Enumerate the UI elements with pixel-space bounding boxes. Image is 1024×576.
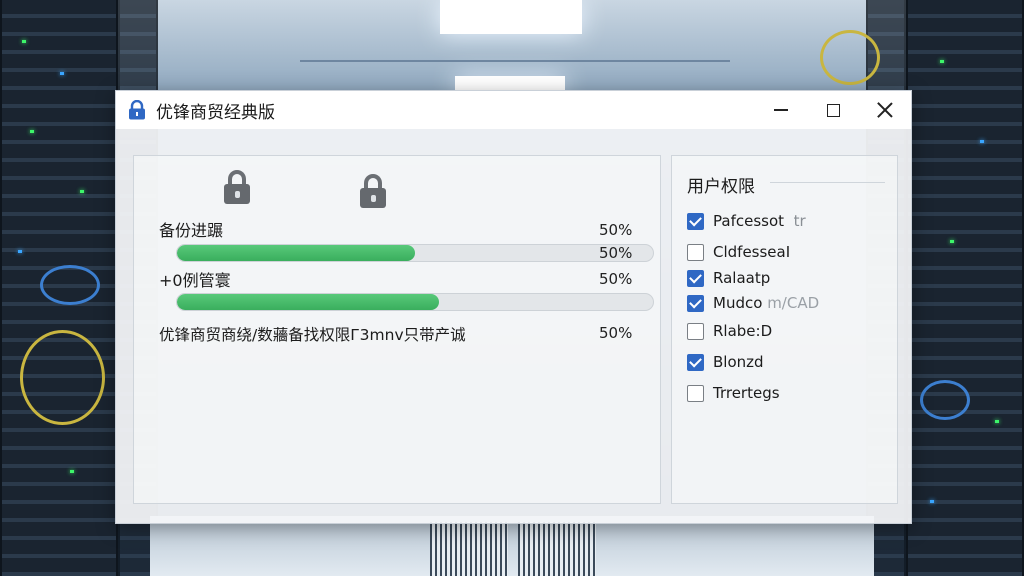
permission-label: Pafcessot tr bbox=[713, 212, 806, 230]
backup-progress-bar bbox=[176, 244, 654, 262]
floor-vent bbox=[430, 522, 508, 576]
ceiling-light bbox=[455, 76, 565, 90]
status-led bbox=[60, 72, 64, 75]
lock-icon bbox=[128, 99, 146, 120]
maximize-button[interactable] bbox=[807, 91, 859, 129]
permission-label: Trrertegs bbox=[713, 384, 780, 402]
minimize-icon bbox=[774, 109, 788, 111]
backup-progress-fill bbox=[177, 245, 415, 261]
status-led bbox=[80, 190, 84, 193]
floor-vent bbox=[518, 522, 596, 576]
network-cable bbox=[20, 330, 105, 425]
permission-checkbox[interactable] bbox=[687, 269, 704, 287]
permission-item[interactable]: Rlabe:D bbox=[687, 322, 772, 340]
permission-item[interactable]: CldfesseaI bbox=[687, 243, 790, 261]
permission-checkbox[interactable] bbox=[687, 243, 704, 261]
permission-checkbox[interactable] bbox=[687, 322, 704, 340]
status-led bbox=[940, 60, 944, 63]
title-bar[interactable]: 优锋商贸经典版 bbox=[116, 91, 911, 129]
permission-checkbox[interactable] bbox=[687, 294, 704, 312]
floor bbox=[150, 516, 874, 576]
permissions-title: 用户权限 bbox=[687, 177, 755, 197]
server-rack-right bbox=[906, 0, 1024, 576]
app-window: 优锋商贸经典版 备份进蹍 50% 50% +0例管寰 50% 优锋商贸商绕/数蘠… bbox=[115, 90, 912, 524]
status-led bbox=[930, 500, 934, 503]
permission-item[interactable]: Blonzd bbox=[687, 353, 764, 371]
permission-checkbox[interactable] bbox=[687, 353, 704, 371]
permission-checkbox[interactable] bbox=[687, 212, 704, 230]
status-led bbox=[18, 250, 22, 253]
backup-progress-label: 备份进蹍 bbox=[159, 221, 224, 240]
network-cable bbox=[40, 265, 100, 305]
backup-permission-label: 优锋商贸商绕/数蘠备找权限Г3mnv只带产诚 bbox=[159, 326, 466, 344]
backup-progress-percent: 50% bbox=[599, 221, 633, 239]
record-progress-label: +0例管寰 bbox=[159, 271, 231, 290]
permission-item[interactable]: Trrertegs bbox=[687, 384, 780, 402]
status-led bbox=[70, 470, 74, 473]
minimize-button[interactable] bbox=[755, 91, 807, 129]
permissions-panel: 用户权限 Pafcessot tr CldfesseaI Ralaatp Mud… bbox=[671, 155, 898, 504]
backup-panel: 备份进蹍 50% 50% +0例管寰 50% 优锋商贸商绕/数蘠备找权限Г3mn… bbox=[133, 155, 661, 504]
divider bbox=[770, 182, 885, 183]
network-cable bbox=[820, 30, 880, 85]
ceiling-grid bbox=[300, 60, 730, 62]
status-led bbox=[980, 140, 984, 143]
permission-label: Blonzd bbox=[713, 353, 764, 371]
close-icon bbox=[877, 102, 893, 118]
permission-label: Mudco m/CAD bbox=[713, 294, 820, 312]
backup-permission-percent: 50% bbox=[599, 324, 633, 342]
permission-item[interactable]: Mudco m/CAD bbox=[687, 294, 819, 312]
permission-item[interactable]: Ralaatp bbox=[687, 269, 770, 287]
status-led bbox=[995, 420, 999, 423]
record-progress-percent: 50% bbox=[599, 270, 633, 288]
permission-label: Rlabe:D bbox=[713, 322, 773, 340]
permission-label: CldfesseaI bbox=[713, 243, 791, 261]
permission-label: Ralaatp bbox=[713, 269, 771, 287]
status-led bbox=[22, 40, 26, 43]
permission-checkbox[interactable] bbox=[687, 384, 704, 402]
ceiling-light bbox=[440, 0, 582, 34]
status-led bbox=[30, 130, 34, 133]
permission-item[interactable]: Pafcessot tr bbox=[687, 212, 806, 230]
record-progress-fill bbox=[177, 294, 439, 310]
status-led bbox=[950, 240, 954, 243]
maximize-icon bbox=[826, 103, 840, 117]
window-title: 优锋商贸经典版 bbox=[156, 102, 275, 123]
record-progress-bar bbox=[176, 293, 654, 311]
network-cable bbox=[920, 380, 970, 420]
close-button[interactable] bbox=[859, 91, 911, 129]
backup-progress-bar-percent: 50% bbox=[599, 244, 633, 262]
